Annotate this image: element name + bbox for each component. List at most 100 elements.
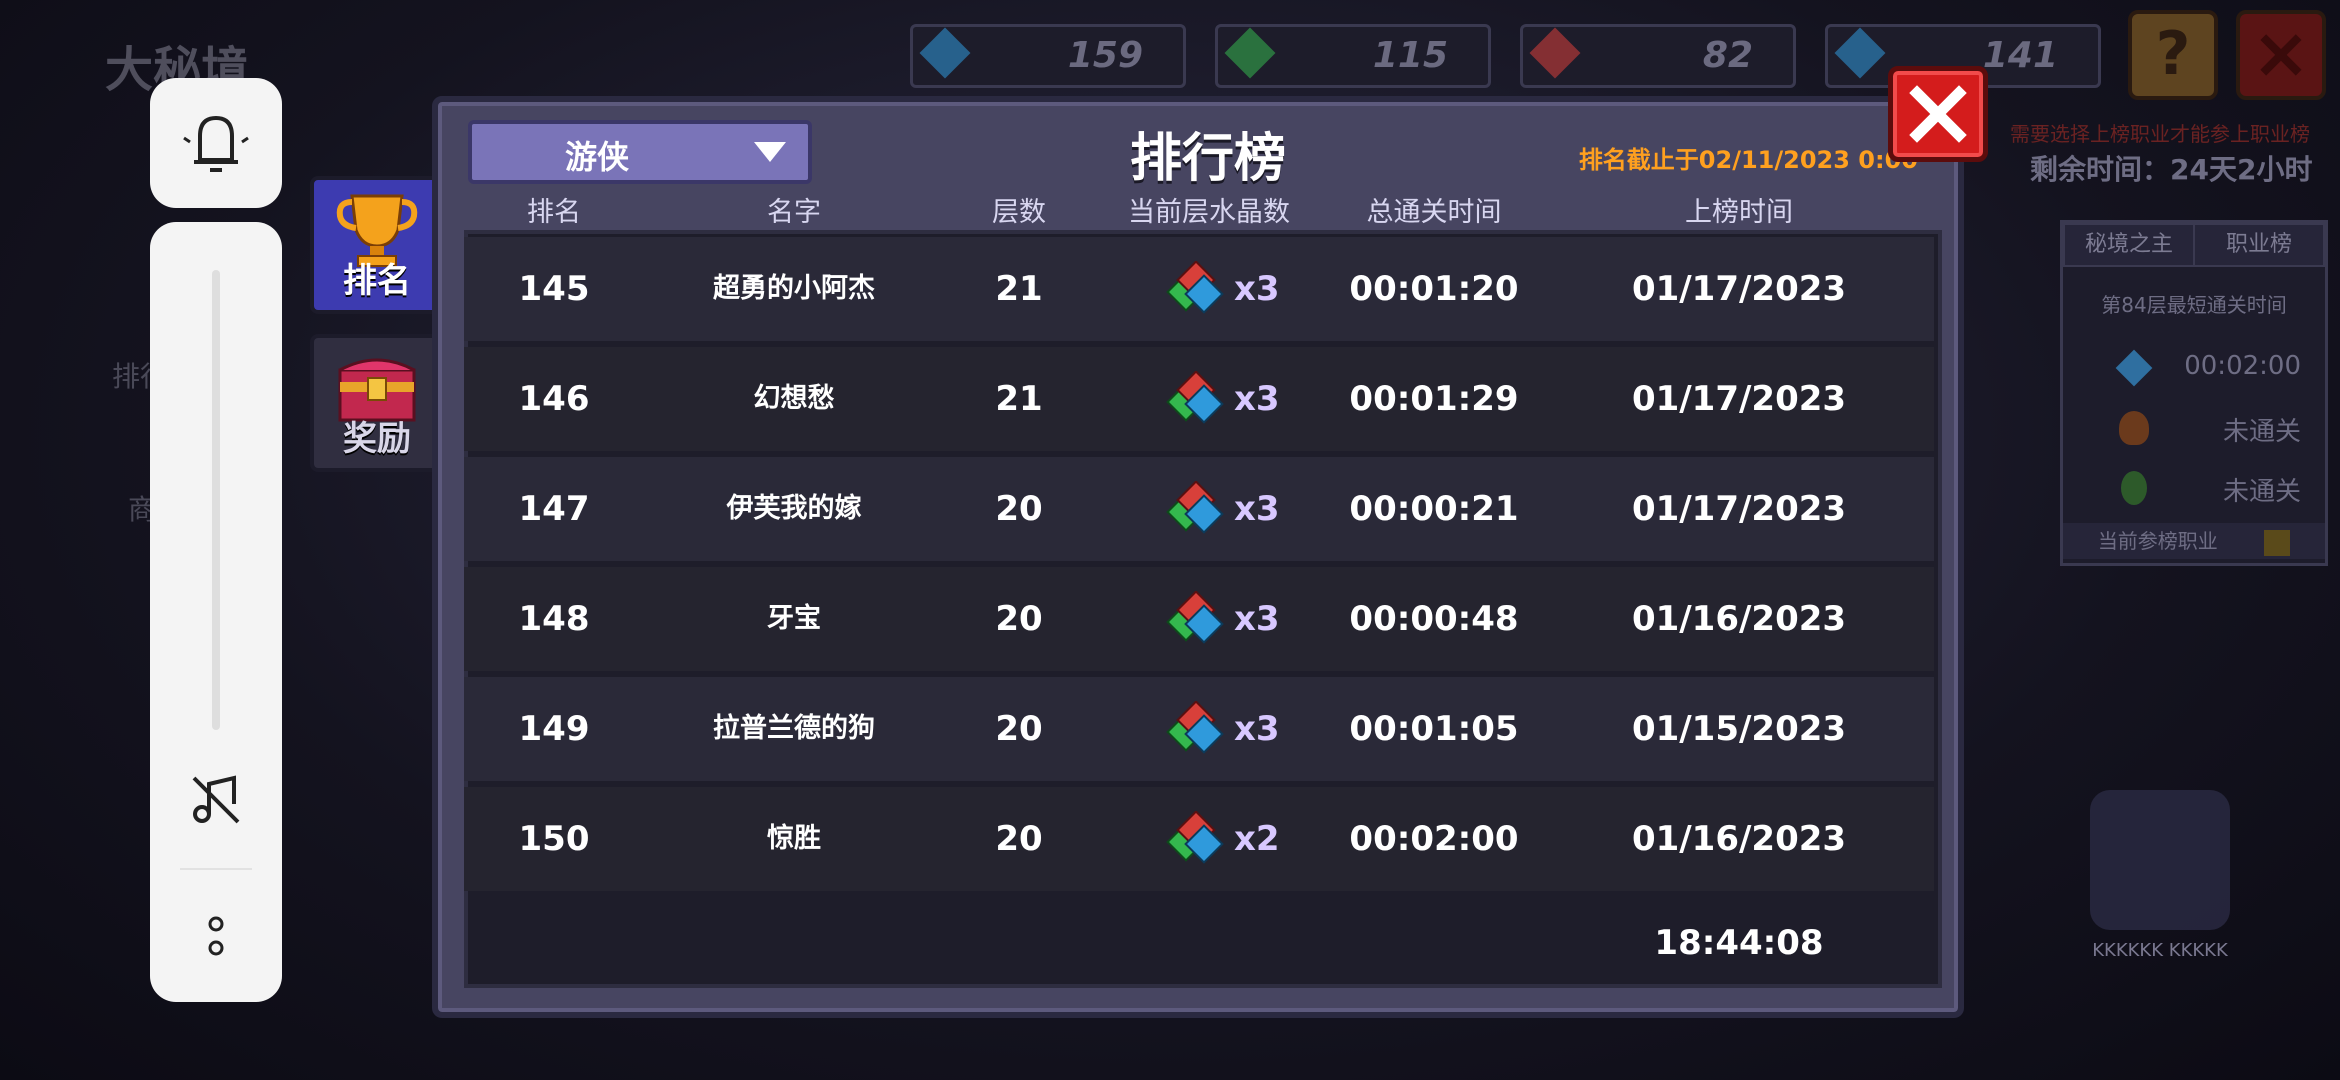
tab-realm-master[interactable]: 秘境之主 — [2063, 223, 2195, 267]
tab-rewards[interactable]: 奖励 — [310, 334, 444, 472]
notification-toggle[interactable] — [150, 78, 282, 208]
listed-time-cell: 01/16/2023 18:44:08 — [1631, 819, 1847, 963]
floor-cell: 20 — [995, 489, 1043, 529]
remaining-time: 剩余时间：24天2小时 — [2030, 153, 2313, 186]
total-time-cell: 00:02:00 — [1349, 819, 1519, 859]
table-row[interactable]: 148 牙宝 20 00:00:48 01/16/2023 15:39:30 x3 — [464, 567, 1934, 743]
green-gem-icon — [1224, 27, 1276, 79]
close-icon — [1909, 85, 1967, 143]
crystal-icon — [1166, 371, 1224, 424]
stat-value: 未通关 — [2222, 477, 2301, 507]
listed-time-cell: 01/16/2023 15:39:30 — [1631, 599, 1847, 743]
blue-gem-icon — [919, 27, 971, 79]
resource-counter: 159 — [910, 24, 1186, 88]
header-listed-time: 上榜时间 — [1685, 197, 1793, 228]
rank-cell: 145 — [518, 269, 590, 309]
leaf-icon — [2121, 471, 2147, 505]
help-icon: ? — [2155, 19, 2191, 89]
rank-cell: 147 — [518, 489, 590, 529]
fastest-clear-label: 第84层最短通关时间 — [2101, 293, 2287, 317]
red-gem-icon — [1529, 27, 1581, 79]
header-crystals: 当前层水晶数 — [1128, 197, 1290, 228]
listed-time-cell: 01/17/2023 02:50:58 — [1631, 489, 1847, 633]
character-name: KKKKKK KKKKK — [2092, 940, 2228, 961]
class-icon[interactable] — [2264, 529, 2291, 556]
listed-time-cell: 01/15/2023 21:34:15 — [1631, 709, 1847, 853]
side-leaderboard-panel: 秘境之主 职业榜 第84层最短通关时间 00:02:00 未通关 未通关 当前参… — [2060, 220, 2328, 566]
crystal-count: x2 — [1234, 819, 1280, 859]
player-character: KKKKKK KKKKK — [2050, 770, 2270, 970]
stat-value: 00:02:00 — [2184, 351, 2301, 381]
current-class-label: 当前参榜职业 — [2097, 529, 2218, 553]
crystal-cell: x3 — [1094, 677, 1324, 781]
table-row[interactable]: 146 幻想愁 21 00:01:29 01/17/2023 20:30:54 x3 — [464, 347, 1934, 523]
close-icon: × — [2251, 12, 2311, 94]
crystal-cell: x3 — [1094, 567, 1324, 671]
divider — [180, 868, 252, 870]
floor-cell: 21 — [995, 379, 1043, 419]
crystal-icon — [1166, 701, 1224, 754]
rank-cell: 150 — [518, 819, 590, 859]
bell-icon — [183, 115, 249, 172]
header-floor: 层数 — [992, 197, 1046, 228]
resource-value: 141 — [1982, 35, 2058, 76]
player-name-cell: 牙宝 — [767, 603, 821, 634]
crystal-cell: x3 — [1094, 457, 1324, 561]
crystal-count: x3 — [1234, 709, 1280, 749]
tab-class-board[interactable]: 职业榜 — [2193, 223, 2325, 267]
ranking-deadline: 排名截止于02/11/2023 0:00 — [1578, 146, 1918, 174]
crystal-count: x3 — [1234, 379, 1280, 419]
crystal-cell: x3 — [1094, 347, 1324, 451]
listed-time-cell: 01/17/2023 20:30:54 — [1631, 379, 1847, 523]
tab-rewards-label: 奖励 — [343, 419, 411, 459]
total-time-cell: 00:01:05 — [1349, 709, 1519, 749]
page-title: 排行榜 — [1129, 129, 1286, 189]
blue-gem-icon — [2115, 349, 2153, 387]
floor-cell: 20 — [995, 819, 1043, 859]
listed-time-cell: 01/17/2023 13:03:35 — [1631, 269, 1847, 413]
header-rank: 排名 — [527, 197, 581, 228]
music-off-icon[interactable] — [186, 770, 246, 830]
chevron-down-icon — [754, 142, 786, 162]
total-time-cell: 00:01:29 — [1349, 379, 1519, 419]
help-button[interactable]: ? — [2128, 10, 2218, 100]
stat-value: 未通关 — [2222, 417, 2301, 447]
rank-cell: 149 — [518, 709, 590, 749]
crystal-count: x3 — [1234, 599, 1280, 639]
class-notice: 需要选择上榜职业才能参上职业榜 — [2010, 122, 2310, 146]
crystal-icon — [1166, 591, 1224, 644]
player-name-cell: 幻想愁 — [753, 383, 835, 414]
floor-cell: 20 — [995, 709, 1043, 749]
table-row[interactable]: 147 伊芙我的嫁 20 00:00:21 01/17/2023 02:50:58 x3 — [464, 457, 1934, 633]
character-sprite — [2090, 790, 2230, 930]
player-name-cell: 惊胜 — [767, 823, 821, 854]
tab-ranking[interactable]: 排名 — [310, 176, 444, 314]
background-close-button[interactable]: × — [2236, 10, 2326, 100]
resource-value: 115 — [1372, 35, 1448, 76]
close-button[interactable] — [1888, 66, 1988, 162]
table-row[interactable]: 149 拉普兰德的狗 20 00:01:05 01/15/2023 21:34:15 x3 — [464, 677, 1934, 853]
class-select-dropdown[interactable]: 游侠 — [468, 120, 812, 184]
resource-counter: 82 — [1520, 24, 1796, 88]
resource-counter: 115 — [1215, 24, 1491, 88]
fire-icon — [2119, 411, 2149, 445]
crystal-icon — [1166, 261, 1224, 314]
table-row[interactable]: 145 超勇的小阿杰 21 00:01:20 01/17/2023 13:03:35 x3 — [464, 237, 1934, 413]
volume-panel — [150, 222, 282, 1002]
volume-slider[interactable] — [212, 270, 220, 730]
leaderboard-panel: 游侠 排行榜 排名截止于02/11/2023 0:00 排名 名字 层数 当前层… — [432, 96, 1964, 1018]
crystal-icon — [1166, 481, 1224, 534]
player-name-cell: 拉普兰德的狗 — [713, 713, 875, 744]
resource-value: 82 — [1702, 35, 1753, 76]
crystal-cell: x3 — [1094, 237, 1324, 341]
total-time-cell: 00:01:20 — [1349, 269, 1519, 309]
total-time-cell: 00:00:48 — [1349, 599, 1519, 639]
header-name: 名字 — [767, 197, 821, 228]
rank-cell: 148 — [518, 599, 590, 639]
class-select-value: 游侠 — [564, 138, 629, 176]
resource-value: 159 — [1067, 35, 1143, 76]
rank-cell: 146 — [518, 379, 590, 419]
table-row[interactable]: 150 惊胜 20 00:02:00 01/16/2023 18:44:08 x2 — [464, 787, 1934, 963]
tab-ranking-label: 排名 — [343, 261, 411, 301]
more-icon[interactable] — [200, 912, 232, 962]
